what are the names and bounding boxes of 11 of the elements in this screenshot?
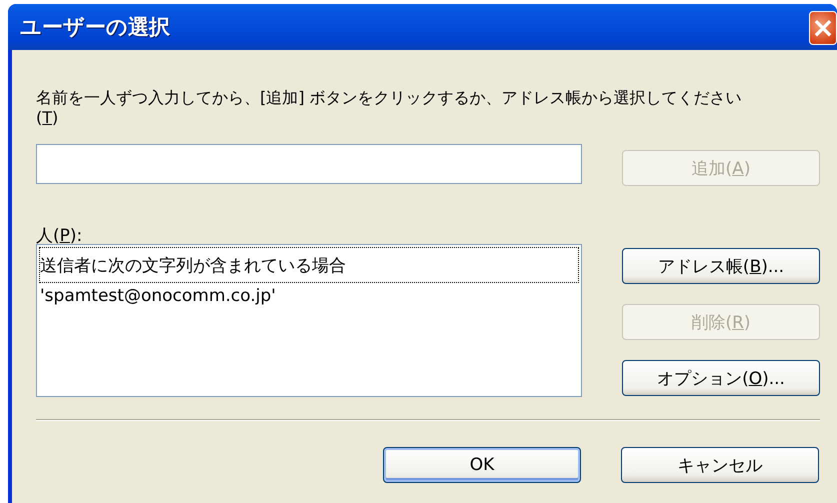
window-title: ユーザーの選択 — [20, 14, 170, 41]
list-item[interactable]: 'spamtest@onocomm.co.jp' — [39, 283, 579, 309]
cancel-button[interactable]: キャンセル — [621, 447, 819, 483]
address-book-button[interactable]: アドレス帳(B)... — [622, 248, 820, 284]
instruction-text: 名前を一人ずつ入力してから、[追加] ボタンをクリックするか、アドレス帳から選択してください(T) — [36, 87, 743, 128]
name-field[interactable] — [36, 144, 582, 184]
ok-button[interactable]: OK — [383, 447, 581, 483]
list-item[interactable]: 送信者に次の文字列が含まれている場合 — [39, 247, 579, 283]
people-label: 人(P): — [36, 225, 82, 244]
options-button[interactable]: オプション(O)... — [622, 360, 820, 396]
people-list[interactable]: 送信者に次の文字列が含まれている場合 'spamtest@onocomm.co.jp' — [36, 244, 582, 397]
